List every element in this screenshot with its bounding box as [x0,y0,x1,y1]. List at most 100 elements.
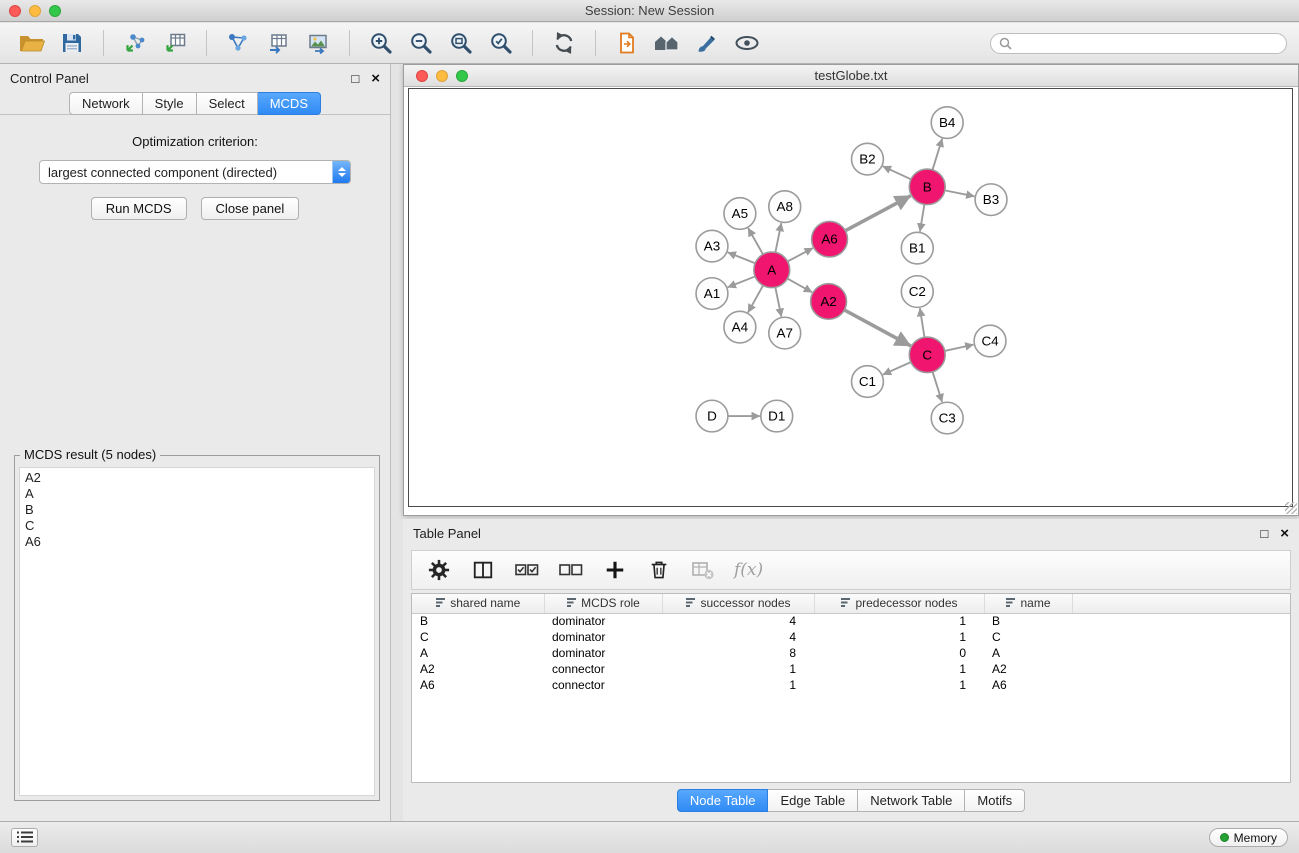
add-column-icon[interactable] [602,557,628,583]
float-panel-icon[interactable]: □ [1260,527,1268,540]
graph-edge[interactable] [775,223,781,252]
graph-node[interactable]: A4 [724,311,756,343]
eye-icon[interactable] [731,27,763,59]
graph-edge[interactable] [787,279,812,293]
refresh-network-icon[interactable] [548,27,580,59]
graph-node[interactable]: C1 [851,366,883,398]
graph-node[interactable]: D1 [761,400,793,432]
table-cell[interactable]: A2 [984,661,1072,677]
column-header[interactable]: MCDS role [544,594,662,613]
export-table-icon[interactable] [262,27,294,59]
graph-edge[interactable] [945,190,975,196]
graph-node[interactable]: B [909,169,945,205]
close-panel-icon[interactable]: × [371,72,380,85]
graph-node[interactable]: B1 [901,232,933,264]
graph-edge[interactable] [788,248,813,261]
table-cell[interactable]: 1 [814,613,984,629]
apply-style-icon[interactable] [691,27,723,59]
tab-node-table[interactable]: Node Table [677,789,769,812]
zoom-in-icon[interactable] [365,27,397,59]
tab-motifs[interactable]: Motifs [965,789,1025,812]
graph-edge[interactable] [844,310,910,346]
result-item[interactable]: A [20,486,374,502]
graph-node[interactable]: A2 [811,284,847,320]
graph-edge[interactable] [920,204,924,231]
search-field[interactable] [990,33,1287,54]
table-cell[interactable]: dominator [544,645,662,661]
task-history-button[interactable] [11,828,38,847]
graph-node[interactable]: A8 [769,191,801,223]
graph-node[interactable]: A3 [696,230,728,262]
column-header[interactable]: name [984,594,1072,613]
zoom-out-icon[interactable] [405,27,437,59]
table-cell[interactable]: 4 [662,629,814,645]
column-header[interactable]: successor nodes [662,594,814,613]
table-cell[interactable]: A6 [412,677,544,693]
tab-edge-table[interactable]: Edge Table [768,789,858,812]
table-cell[interactable]: B [984,613,1072,629]
table-row[interactable]: Bdominator41B [412,613,1290,629]
graph-node[interactable]: C [909,337,945,373]
import-table-icon[interactable] [159,27,191,59]
select-all-icon[interactable] [514,557,540,583]
network-close-button[interactable] [416,70,428,82]
graph-node[interactable]: C4 [974,325,1006,357]
home-icon[interactable] [651,27,683,59]
graph-edge[interactable] [883,166,911,179]
graph-node[interactable]: A [754,252,790,288]
criterion-dropdown[interactable]: largest connected component (directed) [39,160,351,184]
table-cell[interactable]: 1 [662,661,814,677]
tab-mcds[interactable]: MCDS [258,92,321,115]
zoom-selected-icon[interactable] [485,27,517,59]
graph-edge[interactable] [748,285,763,312]
table-cell[interactable]: C [984,629,1072,645]
table-cell[interactable]: 1 [814,661,984,677]
table-cell[interactable]: A2 [412,661,544,677]
graph-node[interactable]: D [696,400,728,432]
result-item[interactable]: B [20,502,374,518]
graph-edge[interactable] [945,345,974,351]
graph-node[interactable]: A5 [724,198,756,230]
memory-button[interactable]: Memory [1209,828,1288,847]
graph-node[interactable]: B2 [851,143,883,175]
network-zoom-button[interactable] [456,70,468,82]
result-item[interactable]: C [20,518,374,534]
graph-node[interactable]: A6 [812,221,848,257]
table-row[interactable]: Cdominator41C [412,629,1290,645]
tab-network-table[interactable]: Network Table [858,789,965,812]
tab-style[interactable]: Style [143,92,197,115]
table-row[interactable]: A6connector11A6 [412,677,1290,693]
table-cell[interactable]: 1 [814,629,984,645]
result-item[interactable]: A2 [20,470,374,486]
table-cell[interactable]: 1 [814,677,984,693]
show-columns-icon[interactable] [470,557,496,583]
close-window-button[interactable] [9,5,21,17]
table-cell[interactable]: 8 [662,645,814,661]
graph-edge[interactable] [728,252,755,263]
close-panel-icon[interactable]: × [1280,527,1289,540]
delete-columns-icon[interactable] [646,557,672,583]
table-cell[interactable]: A [984,645,1072,661]
run-mcds-button[interactable]: Run MCDS [91,197,187,220]
export-image-icon[interactable] [302,27,334,59]
zoom-window-button[interactable] [49,5,61,17]
table-cell[interactable]: connector [544,661,662,677]
document-icon[interactable] [611,27,643,59]
table-row[interactable]: A2connector11A2 [412,661,1290,677]
graph-edge[interactable] [933,372,943,402]
mcds-result-list[interactable]: A2ABCA6 [19,467,375,796]
graph-node[interactable]: B4 [931,107,963,139]
table-cell[interactable]: C [412,629,544,645]
table-row[interactable]: Adominator80A [412,645,1290,661]
table-cell[interactable]: 1 [662,677,814,693]
tab-select[interactable]: Select [197,92,258,115]
search-input[interactable] [1017,35,1278,51]
column-header[interactable]: predecessor nodes [814,594,984,613]
graph-node[interactable]: C3 [931,402,963,434]
table-cell[interactable]: 4 [662,613,814,629]
table-cell[interactable]: 0 [814,645,984,661]
table-cell[interactable]: B [412,613,544,629]
delete-table-icon[interactable] [690,557,716,583]
network-canvas[interactable]: B4B2BB3A5A8A6B1A3AC2A1A2A4A7C4CC1C3DD1 [408,88,1293,507]
table-cell[interactable]: A6 [984,677,1072,693]
